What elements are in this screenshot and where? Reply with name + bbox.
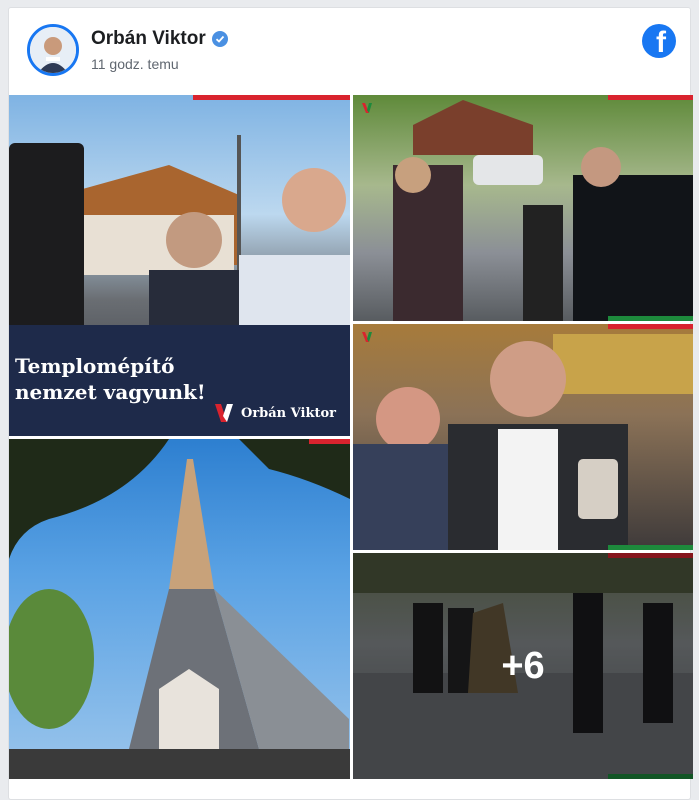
brand-signature: Orbán Viktor (213, 402, 336, 424)
photo-3[interactable] (353, 324, 693, 550)
facebook-icon[interactable]: f (642, 24, 676, 58)
checkmark-icon (215, 35, 224, 43)
avatar-image (30, 27, 76, 73)
handshake-scene (393, 100, 693, 321)
brand-logo-icon (362, 103, 372, 113)
accent-bar-red (608, 95, 693, 100)
church-scene (9, 439, 350, 779)
verified-badge-icon (211, 31, 228, 47)
author-name[interactable]: Orbán Viktor (91, 28, 206, 50)
brand-text: Orbán Viktor (241, 405, 336, 421)
post-card: Orbán Viktor 11 godz. temu f Templomépít… (8, 7, 693, 800)
more-photos-count: +6 (501, 644, 545, 687)
photo-5[interactable]: +6 (353, 553, 693, 779)
slogan-line-1: Templomépítő (15, 354, 175, 378)
profile-avatar[interactable] (27, 24, 79, 76)
slogan-line-2: nemzet vagyunk! (15, 380, 206, 404)
crowd-scene (353, 334, 693, 550)
photo-1[interactable]: Templomépítő nemzet vagyunk! Orbán Vikto… (9, 95, 350, 436)
slogan-text: Templomépítő nemzet vagyunk! (15, 353, 206, 405)
post-timestamp[interactable]: 11 godz. temu (91, 56, 179, 72)
photo-4[interactable] (9, 439, 350, 779)
brand-logo-icon (362, 332, 372, 342)
accent-bar-green (608, 545, 693, 550)
post-header: Orbán Viktor 11 godz. temu f (9, 8, 690, 94)
accent-bar-red (309, 439, 350, 444)
brand-logo-icon (215, 404, 233, 422)
accent-bar-red (193, 95, 350, 100)
accent-bar-red (608, 324, 693, 329)
accent-bar-green (608, 316, 693, 321)
photo-2[interactable] (353, 95, 693, 321)
more-photos-overlay[interactable]: +6 (353, 553, 693, 779)
author-row: Orbán Viktor (91, 28, 228, 50)
